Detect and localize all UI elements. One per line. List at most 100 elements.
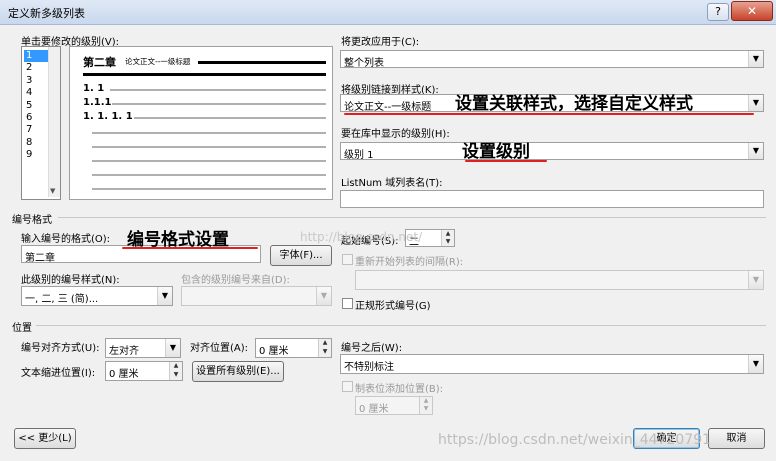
preview-line xyxy=(92,174,326,176)
level-list-scrollbar[interactable]: ▼ xyxy=(48,47,60,197)
follow-number-label: 编号之后(W): xyxy=(341,343,403,354)
tab-stop-value: 0 厘米 xyxy=(359,404,389,415)
preview-line xyxy=(83,73,326,76)
link-style-value: 论文正文--一级标题 xyxy=(344,102,432,113)
chevron-down-icon: ▼ xyxy=(748,271,763,289)
level-item[interactable]: 4 xyxy=(24,87,48,99)
position-section-label: 位置 xyxy=(12,323,32,334)
indent-label: 文本缩进位置(I): xyxy=(21,368,96,379)
chevron-down-icon[interactable]: ▼ xyxy=(748,143,763,159)
number-style-select[interactable]: 一, 二, 三 (简)... ▼ xyxy=(21,286,173,306)
include-level-select: ▼ xyxy=(181,286,332,306)
help-button[interactable]: ? xyxy=(707,3,729,21)
restart-list-checkbox xyxy=(342,254,353,265)
level-item[interactable]: 3 xyxy=(24,75,48,87)
align-value: 左对齐 xyxy=(109,346,139,357)
preview-row: 1.1.1 xyxy=(83,97,112,108)
preview-row: 1. 1. 1. 1 xyxy=(83,111,133,122)
indent-spinner[interactable]: 0 厘米 ▲ ▼ xyxy=(105,361,183,381)
set-all-levels-button[interactable]: 设置所有级别(E)... xyxy=(192,361,284,382)
spin-up-icon[interactable]: ▲ xyxy=(170,362,182,371)
align-label: 编号对齐方式(U): xyxy=(21,343,100,354)
level-item[interactable]: 5 xyxy=(24,100,48,112)
listnum-input[interactable] xyxy=(340,190,764,208)
preview-row: 1. 1 xyxy=(83,83,105,94)
align-at-spinner[interactable]: 0 厘米 ▲ ▼ xyxy=(255,338,332,358)
spinner-buttons[interactable]: ▲ ▼ xyxy=(169,362,182,380)
spinner-buttons: ▲ ▼ xyxy=(419,397,432,414)
gallery-level-select[interactable]: 级别 1 ▼ xyxy=(340,142,764,161)
tab-stop-label: 制表位添加位置(B): xyxy=(355,384,444,395)
align-select[interactable]: 左对齐 ▼ xyxy=(105,338,181,358)
spin-up-icon[interactable]: ▲ xyxy=(319,339,331,348)
annotation-underline xyxy=(122,247,258,249)
chevron-down-icon[interactable]: ▼ xyxy=(748,355,763,373)
annotation-underline xyxy=(344,113,754,115)
spinner-buttons[interactable]: ▲ ▼ xyxy=(318,339,331,357)
level-item[interactable]: 2 xyxy=(24,62,48,74)
tab-stop-spinner: 0 厘米 ▲ ▼ xyxy=(355,396,433,415)
listnum-label: ListNum 域列表名(T): xyxy=(341,178,443,189)
preview-line xyxy=(92,146,326,148)
level-item[interactable]: 1 xyxy=(24,50,48,62)
preview-pane: 第二章 论文正文--一级标题 1. 1 1.1.1 1. 1. 1. 1 xyxy=(69,46,333,200)
spin-down-icon[interactable]: ▼ xyxy=(442,238,454,246)
section-divider xyxy=(36,325,766,326)
level-item[interactable]: 9 xyxy=(24,149,48,161)
level-item[interactable]: 8 xyxy=(24,137,48,149)
cancel-button[interactable]: 取消 xyxy=(708,428,765,449)
window-title: 定义新多级列表 xyxy=(8,7,85,20)
follow-number-value: 不特别标注 xyxy=(344,362,394,373)
gallery-level-value: 级别 1 xyxy=(344,150,374,161)
follow-number-select[interactable]: 不特别标注 ▼ xyxy=(340,354,764,374)
section-divider xyxy=(58,217,766,218)
preview-heading-text: 论文正文--一级标题 xyxy=(125,57,191,66)
scroll-down-icon[interactable]: ▼ xyxy=(50,187,55,195)
watermark: http://blog.csdn.net/ xyxy=(300,230,423,244)
spin-down-icon[interactable]: ▼ xyxy=(170,371,182,380)
chevron-down-icon[interactable]: ▼ xyxy=(165,339,180,357)
legal-numbering-checkbox[interactable] xyxy=(342,298,353,309)
chevron-down-icon: ▼ xyxy=(316,287,331,305)
annotation-underline xyxy=(465,160,547,162)
spinner-buttons[interactable]: ▲ ▼ xyxy=(441,230,454,246)
close-button[interactable]: ✕ xyxy=(731,1,773,21)
number-style-value: 一, 二, 三 (简)... xyxy=(25,294,99,305)
preview-line xyxy=(134,117,326,119)
spin-up-icon[interactable]: ▲ xyxy=(442,230,454,238)
watermark: https://blog.csdn.net/weixin_44720791 xyxy=(438,432,712,448)
level-item[interactable]: 7 xyxy=(24,124,48,136)
chevron-down-icon[interactable]: ▼ xyxy=(157,287,172,305)
chevron-down-icon[interactable]: ▼ xyxy=(748,95,763,111)
apply-to-select[interactable]: 整个列表 ▼ xyxy=(340,50,764,69)
include-level-label: 包含的级别编号来自(D): xyxy=(181,275,290,286)
restart-list-label: 重新开始列表的间隔(R): xyxy=(355,257,464,268)
gallery-level-label: 要在库中显示的级别(H): xyxy=(341,129,450,140)
number-format-input-value: 第二章 xyxy=(25,253,55,264)
align-at-value: 0 厘米 xyxy=(259,346,289,357)
preview-chapter: 第二章 xyxy=(83,56,116,69)
preview-line xyxy=(92,132,326,134)
preview-line xyxy=(110,89,326,91)
legal-numbering-label: 正规形式编号(G) xyxy=(355,301,431,312)
preview-line xyxy=(92,160,326,162)
tab-stop-checkbox xyxy=(342,381,353,392)
annotation-text: 设置级别 xyxy=(462,142,530,162)
level-item[interactable]: 6 xyxy=(24,112,48,124)
indent-value: 0 厘米 xyxy=(109,369,139,380)
number-style-label: 此级别的编号样式(N): xyxy=(21,275,120,286)
title-bar: 定义新多级列表 ? ✕ xyxy=(0,0,776,25)
apply-to-label: 将更改应用于(C): xyxy=(341,37,420,48)
apply-to-value: 整个列表 xyxy=(344,58,384,69)
spin-down-icon[interactable]: ▼ xyxy=(319,348,331,357)
align-at-label: 对齐位置(A): xyxy=(190,343,249,354)
level-list[interactable]: 123456789 ▼ xyxy=(21,46,61,200)
chevron-down-icon[interactable]: ▼ xyxy=(748,51,763,67)
spin-up-icon: ▲ xyxy=(423,397,429,404)
preview-line xyxy=(112,103,326,105)
number-format-section-label: 编号格式 xyxy=(12,215,52,226)
number-format-input-label: 输入编号的格式(O): xyxy=(21,234,111,245)
font-button[interactable]: 字体(F)... xyxy=(270,245,332,266)
less-button[interactable]: << 更少(L) xyxy=(14,428,76,449)
spin-down-icon: ▼ xyxy=(423,405,429,412)
